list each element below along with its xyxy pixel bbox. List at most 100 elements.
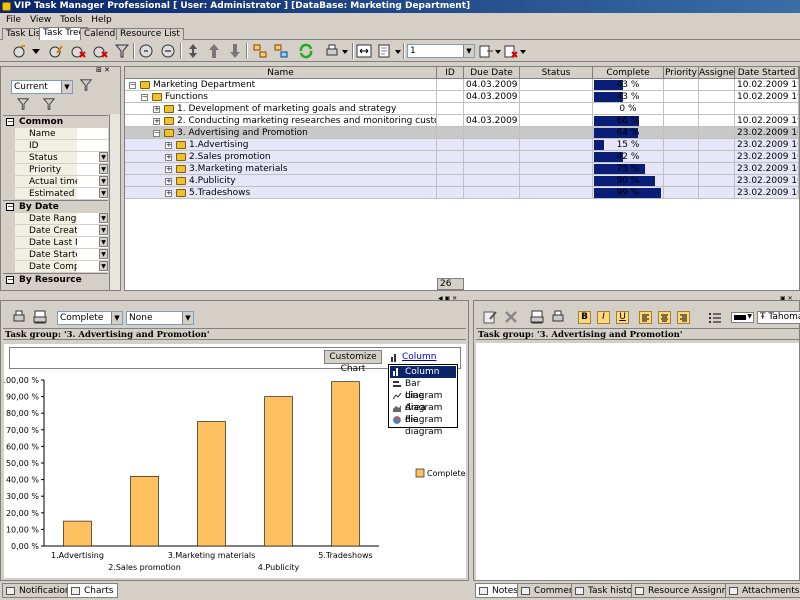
column-header-complete[interactable]: Complete xyxy=(593,67,664,79)
expand-toggle-icon[interactable]: − xyxy=(129,82,136,89)
page-setup-dropdown-icon[interactable] xyxy=(393,43,403,59)
expand-toggle-icon[interactable]: + xyxy=(153,106,160,113)
panel-pin-close[interactable]: ⊞ ✕ xyxy=(96,66,120,74)
chevron-down-icon[interactable]: ▼ xyxy=(463,45,474,57)
edit-note-icon[interactable] xyxy=(482,309,498,325)
column-header-assigned[interactable]: Assigned xyxy=(699,67,740,79)
notes-editor[interactable] xyxy=(476,343,799,580)
customize-chart-button[interactable]: Customize Chart xyxy=(324,350,382,374)
expand-toggle-icon[interactable]: − xyxy=(153,130,160,137)
align-center-button[interactable] xyxy=(658,311,671,324)
task-row[interactable]: +3.Marketing materials 75 % 23.02.2009 16:… xyxy=(125,163,799,175)
column-header-due-date[interactable]: Due Date xyxy=(464,67,520,79)
delete-task-icon[interactable] xyxy=(70,43,86,59)
chevron-down-icon[interactable]: ▼ xyxy=(99,213,108,223)
filter-row-status[interactable]: Status ▼ xyxy=(15,152,108,164)
menu-item-column-diagram[interactable]: Column diagram xyxy=(390,366,456,389)
chevron-down-icon[interactable]: ▼ xyxy=(111,312,122,324)
menu-item-line-diagram[interactable]: Line diagram xyxy=(390,390,456,413)
group-by-resource[interactable]: − By Resource xyxy=(3,273,108,285)
chevron-down-icon[interactable]: ▼ xyxy=(61,81,72,93)
move-up-down-icon[interactable] xyxy=(185,43,201,59)
task-row[interactable]: +2.Sales promotion 42 % 23.02.2009 16:35 xyxy=(125,151,799,163)
expand-toggle-icon[interactable]: + xyxy=(153,118,160,125)
show-task-icon[interactable] xyxy=(138,43,154,59)
filter-row-date-created[interactable]: Date Created▼ xyxy=(15,225,108,237)
level-select[interactable]: 1 ▼ xyxy=(407,44,475,58)
menu-item-area-diagram[interactable]: Area diagram xyxy=(390,402,456,425)
column-header-id[interactable]: ID xyxy=(437,67,464,79)
chevron-down-icon[interactable]: ▼ xyxy=(747,313,752,320)
filter-row-estimated-time[interactable]: Estimated Tim▼ xyxy=(15,188,108,200)
task-row[interactable]: +2. Conducting marketing researches and … xyxy=(125,115,799,127)
print-dropdown-icon[interactable] xyxy=(340,43,350,59)
new-task-dropdown-icon[interactable] xyxy=(30,43,42,59)
chart-field-select[interactable]: Complete ▼ xyxy=(57,311,123,325)
menu-tools[interactable]: Tools xyxy=(60,15,82,25)
column-width-icon[interactable] xyxy=(356,43,372,59)
align-left-button[interactable] xyxy=(639,311,652,324)
delete-note-icon[interactable] xyxy=(503,309,519,325)
horizontal-splitter[interactable]: ◀ ▣ ✕ ▣ ✕ xyxy=(0,292,800,302)
hide-task-icon[interactable] xyxy=(160,43,176,59)
task-row[interactable]: − 3. Advertising and Promotion 64 % 23.02.2… xyxy=(125,127,799,139)
menu-item-pie-diagram[interactable]: Pie diagram xyxy=(390,414,456,437)
expand-toggle-icon[interactable]: + xyxy=(165,178,172,185)
chevron-down-icon[interactable]: ▼ xyxy=(182,312,193,324)
group-by-date[interactable]: − By Date xyxy=(3,200,108,212)
filter-scrollbar[interactable] xyxy=(109,114,120,290)
column-header-priority[interactable]: Priority xyxy=(664,67,699,79)
task-row[interactable]: +4.Publicity 90 % 23.02.2009 16:36 xyxy=(125,175,799,187)
filter-options-icon[interactable] xyxy=(15,97,33,111)
menu-view[interactable]: View xyxy=(30,15,51,25)
remove-task-icon[interactable] xyxy=(92,43,108,59)
clear-icon[interactable] xyxy=(503,43,519,59)
chart-type-button[interactable]: Column diagram xyxy=(388,351,458,374)
export-icon[interactable] xyxy=(478,43,494,59)
column-header-status[interactable]: Status xyxy=(520,67,593,79)
task-row[interactable]: − Functions 04.03.2009 43 % 10.02.2009 19:38 xyxy=(125,91,799,103)
filter-row-name[interactable]: Name xyxy=(15,128,108,140)
clear-dropdown-icon[interactable] xyxy=(518,43,528,59)
print-icon[interactable] xyxy=(324,43,340,59)
task-row[interactable]: +5.Tradeshows 99 % 23.02.2009 16:36 xyxy=(125,187,799,199)
print-preview-icon[interactable] xyxy=(529,309,545,325)
chevron-down-icon[interactable]: ▼ xyxy=(99,176,108,186)
group-common[interactable]: − Common xyxy=(3,115,108,127)
filter-row-date-last-modified[interactable]: Date Last Mo▼ xyxy=(15,237,108,249)
print-icon[interactable] xyxy=(550,309,566,325)
filter-row-id[interactable]: ID xyxy=(15,140,108,152)
refresh-icon[interactable] xyxy=(298,43,314,59)
tab-attachments[interactable]: Attachments xyxy=(725,583,800,598)
chart-group-select[interactable]: None ▼ xyxy=(126,311,194,325)
move-down-icon[interactable] xyxy=(227,43,243,59)
print-preview-icon[interactable] xyxy=(32,309,48,325)
font-color-select[interactable]: ▼ xyxy=(731,312,754,323)
apply-filter-icon[interactable] xyxy=(79,78,93,92)
print-icon[interactable] xyxy=(11,309,27,325)
task-row[interactable]: − Marketing Department 04.03.2009 43 % 10.02… xyxy=(125,79,799,91)
filter-row-date-range[interactable]: Date Range ▼ xyxy=(15,213,108,225)
clear-filter-icon[interactable] xyxy=(41,97,57,111)
italic-button[interactable]: I xyxy=(597,311,610,324)
filter-row-actual-time[interactable]: Actual time ▼ xyxy=(15,176,108,188)
expand-toggle-icon[interactable]: + xyxy=(165,154,172,161)
filter-row-date-completed[interactable]: Date Complet▼ xyxy=(15,261,108,273)
chevron-down-icon[interactable]: ▼ xyxy=(99,152,108,162)
tab-resource-list[interactable]: Resource List xyxy=(116,28,184,40)
menu-file[interactable]: File xyxy=(6,15,21,25)
chevron-down-icon[interactable]: ▼ xyxy=(99,261,108,271)
collapse-all-icon[interactable] xyxy=(273,43,289,59)
expand-toggle-icon[interactable]: + xyxy=(165,190,172,197)
align-right-button[interactable] xyxy=(677,311,690,324)
chevron-down-icon[interactable]: ▼ xyxy=(99,188,108,198)
filter-row-priority[interactable]: Priority ▼ xyxy=(15,164,108,176)
edit-task-icon[interactable] xyxy=(48,43,64,59)
filter-icon[interactable] xyxy=(114,43,130,59)
tab-charts[interactable]: Charts xyxy=(67,583,119,598)
font-select[interactable]: Ŧ Tahoma xyxy=(757,311,800,324)
new-task-icon[interactable] xyxy=(12,43,28,59)
filter-row-date-started[interactable]: Date Started▼ xyxy=(15,249,108,261)
chevron-down-icon[interactable]: ▼ xyxy=(99,225,108,235)
underline-button[interactable]: U xyxy=(616,311,629,324)
